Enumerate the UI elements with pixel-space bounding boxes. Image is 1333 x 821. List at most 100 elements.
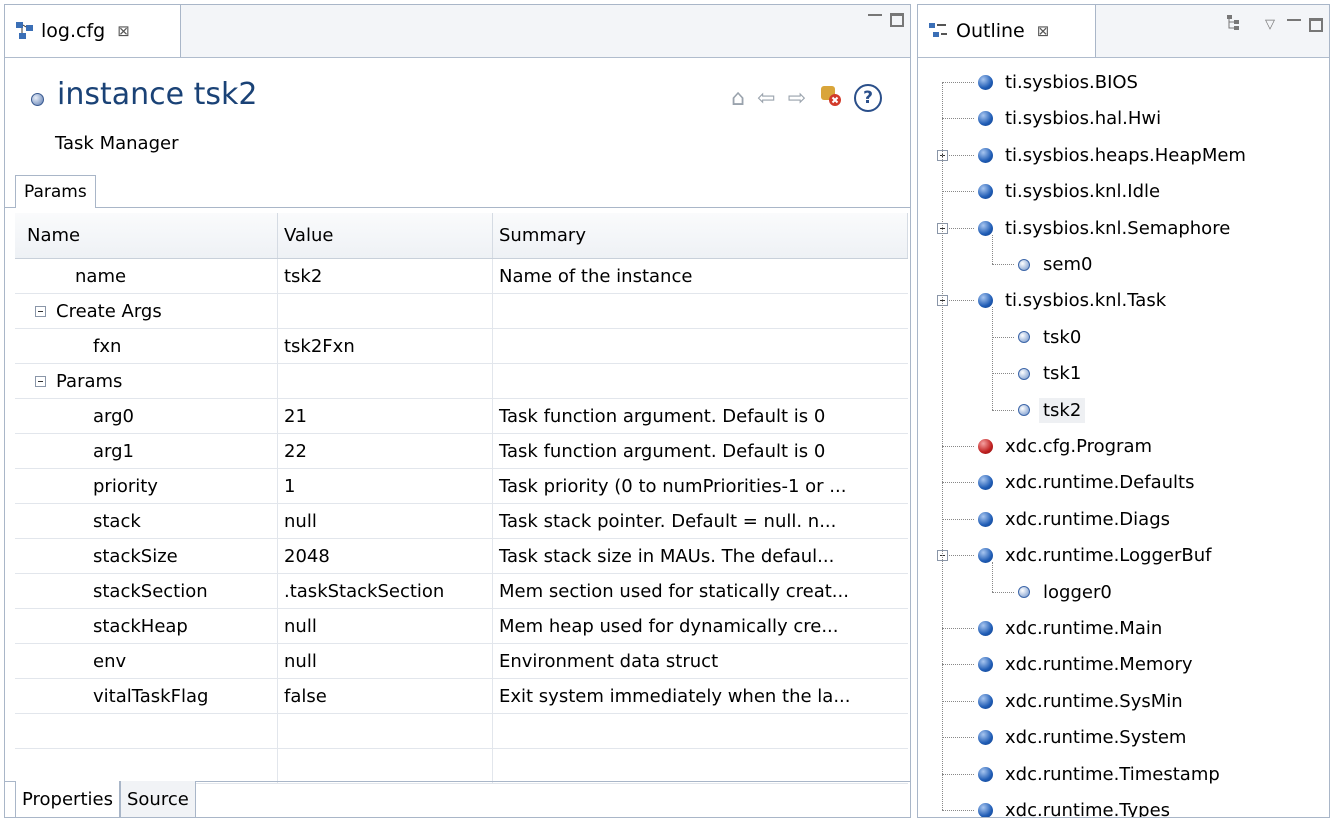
row-summary-cell: Mem section used for statically creat... — [499, 580, 849, 602]
tree-item[interactable]: xdc.runtime.Diags — [978, 502, 1170, 537]
tree-item[interactable]: ti.sysbios.BIOS — [978, 65, 1138, 100]
row-value-cell[interactable]: .taskStackSection — [278, 574, 493, 608]
row-name-label: arg0 — [93, 405, 134, 427]
row-name-cell: priority — [15, 469, 278, 503]
instance-icon — [1018, 586, 1030, 599]
editor-tab[interactable]: log.cfg ⊠ — [5, 5, 181, 57]
table-row[interactable]: env null Environment data struct — [15, 644, 908, 679]
module-icon — [978, 147, 993, 163]
tree-item-label: ti.sysbios.BIOS — [1005, 72, 1138, 93]
row-name-cell — [15, 714, 278, 748]
tree-item[interactable]: xdc.runtime.Memory — [978, 647, 1193, 682]
row-name-label: env — [93, 650, 127, 672]
tree-item-label: xdc.runtime.Diags — [1005, 508, 1170, 530]
row-summary-cell: Task function argument. Default is 0 — [499, 405, 826, 427]
row-value-cell[interactable]: tsk2 — [278, 259, 493, 293]
tree-item[interactable]: ti.sysbios.hal.Hwi — [978, 101, 1161, 136]
table-row[interactable]: stackHeap null Mem heap used for dynamical… — [15, 609, 908, 644]
row-value-cell[interactable] — [278, 294, 493, 328]
collapse-icon[interactable] — [35, 305, 46, 317]
column-header-value[interactable]: Value — [278, 213, 493, 258]
tree-item[interactable]: ti.sysbios.knl.Semaphore — [978, 211, 1230, 246]
tree-item[interactable]: sem0 — [1018, 247, 1092, 282]
row-value-cell[interactable]: tsk2Fxn — [278, 329, 493, 363]
row-value-cell[interactable]: null — [278, 504, 493, 538]
row-value-cell[interactable]: 2048 — [278, 539, 493, 573]
tree-item[interactable]: xdc.runtime.Defaults — [978, 465, 1194, 500]
tree-item-label: tsk0 — [1043, 326, 1082, 348]
table-row[interactable]: name tsk2 Name of the instance — [15, 259, 908, 294]
table-row[interactable]: Params — [15, 364, 908, 399]
page-title: instance tsk2 — [57, 77, 258, 112]
tree-connector — [992, 307, 993, 410]
view-menu-icon[interactable]: ▽ — [1265, 17, 1275, 32]
page-subtitle: Task Manager — [55, 133, 179, 154]
table-row[interactable]: stackSection .taskStackSection Mem section… — [15, 574, 908, 609]
tree-item-label: xdc.runtime.LoggerBuf — [1005, 545, 1212, 567]
table-row[interactable]: fxn tsk2Fxn — [15, 329, 908, 364]
error-config-icon[interactable] — [818, 83, 842, 113]
back-arrow-icon[interactable]: ⇦ — [757, 86, 775, 111]
maximize-icon[interactable] — [890, 13, 904, 27]
row-value-cell[interactable]: 1 — [278, 469, 493, 503]
outline-tab[interactable]: Outline ⊠ — [918, 5, 1096, 57]
tree-item[interactable]: xdc.runtime.Timestamp — [978, 757, 1220, 792]
table-row[interactable]: Create Args — [15, 294, 908, 329]
tree-item[interactable]: logger0 — [1018, 575, 1112, 610]
row-value-cell[interactable] — [278, 749, 493, 783]
tree-item[interactable]: ti.sysbios.knl.Idle — [978, 174, 1160, 209]
tree-item-label: xdc.runtime.Timestamp — [1005, 763, 1220, 785]
tree-item[interactable]: ti.sysbios.knl.Task — [978, 283, 1166, 318]
row-value-cell[interactable]: false — [278, 679, 493, 713]
tree-item[interactable]: xdc.runtime.System — [978, 720, 1186, 755]
minimize-icon[interactable] — [1287, 18, 1301, 31]
help-icon[interactable]: ? — [854, 84, 882, 112]
tree-item[interactable]: xdc.runtime.SysMin — [978, 684, 1183, 719]
tab-params[interactable]: Params — [15, 175, 96, 208]
row-value-cell[interactable] — [278, 364, 493, 398]
table-row[interactable] — [15, 714, 908, 749]
row-name-label: stackSize — [93, 545, 178, 567]
tree-item[interactable]: xdc.runtime.Main — [978, 611, 1162, 646]
row-value-cell[interactable] — [278, 714, 493, 748]
collapse-icon[interactable] — [35, 375, 46, 387]
row-value-cell[interactable]: null — [278, 644, 493, 678]
close-icon[interactable]: ⊠ — [1037, 22, 1050, 40]
divider — [5, 207, 910, 208]
table-row[interactable]: vitalTaskFlag false Exit system immediatel… — [15, 679, 908, 714]
row-value-cell[interactable]: 22 — [278, 434, 493, 468]
tab-source[interactable]: Source — [119, 781, 196, 817]
table-row[interactable]: stack null Task stack pointer. Default = n… — [15, 504, 908, 539]
tree-connector — [992, 373, 1014, 375]
home-icon[interactable]: ⌂ — [731, 86, 745, 111]
tab-properties[interactable]: Properties — [15, 781, 120, 817]
tree-item-label: xdc.runtime.Defaults — [1005, 472, 1195, 494]
row-value-cell[interactable]: null — [278, 609, 493, 643]
outline-view-icon — [928, 21, 948, 41]
tree-item[interactable]: xdc.cfg.Program — [978, 429, 1152, 464]
tree-item[interactable]: tsk0 — [1018, 320, 1081, 355]
hierarchy-icon[interactable] — [1225, 13, 1243, 36]
forward-arrow-icon[interactable]: ⇨ — [788, 86, 806, 111]
tree-item[interactable]: xdc.runtime.LoggerBuf — [978, 538, 1211, 573]
tree-connector — [942, 810, 974, 811]
table-row[interactable]: arg0 21 Task function argument. Default is… — [15, 399, 908, 434]
tree-item[interactable]: xdc.runtime.Types — [978, 793, 1170, 817]
column-header-name[interactable]: Name — [15, 213, 278, 258]
editor-panel: log.cfg ⊠ instance tsk2 Task Manager ⌂ ⇦… — [4, 4, 911, 818]
tree-item[interactable]: ti.sysbios.heaps.HeapMem — [978, 138, 1246, 173]
close-icon[interactable]: ⊠ — [117, 22, 130, 40]
table-row[interactable]: stackSize 2048 Task stack size in MAUs. Th… — [15, 539, 908, 574]
minimize-icon[interactable] — [868, 14, 882, 26]
maximize-icon[interactable] — [1309, 17, 1323, 32]
table-row[interactable]: arg1 22 Task function argument. Default is… — [15, 434, 908, 469]
table-row[interactable]: priority 1 Task priority (0 to numPrioriti… — [15, 469, 908, 504]
column-header-summary[interactable]: Summary — [493, 213, 908, 258]
tree-item[interactable]: tsk2 — [1018, 393, 1086, 428]
outline-titlebar: Outline ⊠ ▽ — [918, 5, 1329, 58]
tree-item[interactable]: tsk1 — [1018, 356, 1081, 391]
table-row[interactable] — [15, 749, 908, 784]
row-value-cell[interactable]: 21 — [278, 399, 493, 433]
module-icon — [978, 730, 993, 746]
module-icon — [978, 111, 993, 127]
